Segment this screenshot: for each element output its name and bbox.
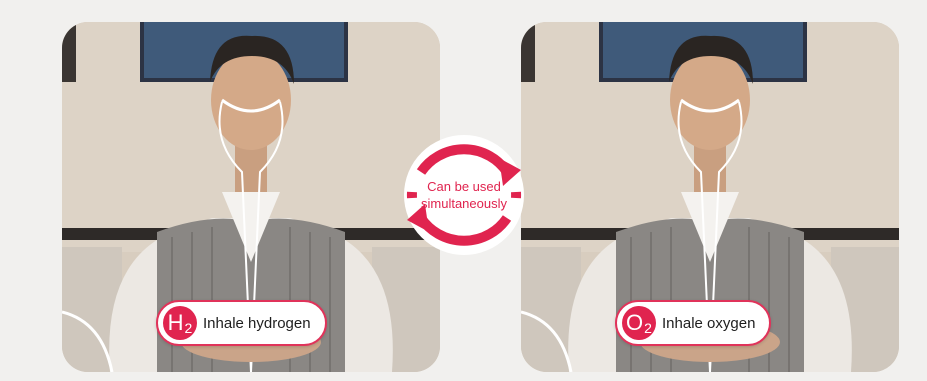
hydrogen-label: Inhale hydrogen <box>203 314 311 332</box>
simultaneous-badge: Can be used simultaneously <box>399 130 529 260</box>
oxygen-photo-panel: O2 Inhale oxygen <box>521 22 899 372</box>
simultaneous-line-2: simultaneously <box>421 196 507 211</box>
simultaneous-line-1: Can be used <box>427 179 501 194</box>
comparison-banner: H2 Inhale hydrogen O 2 Inhale oxygen Can… <box>0 0 927 381</box>
oxygen-badge: O2 Inhale oxygen <box>615 300 772 346</box>
hydrogen-icon: H2 <box>163 306 197 340</box>
oxygen-label: Inhale oxygen <box>662 314 756 332</box>
hydrogen-photo-panel: H2 Inhale hydrogen <box>62 22 440 372</box>
hydrogen-badge: H2 Inhale hydrogen <box>156 300 327 346</box>
oxygen-icon: O2 <box>622 306 656 340</box>
